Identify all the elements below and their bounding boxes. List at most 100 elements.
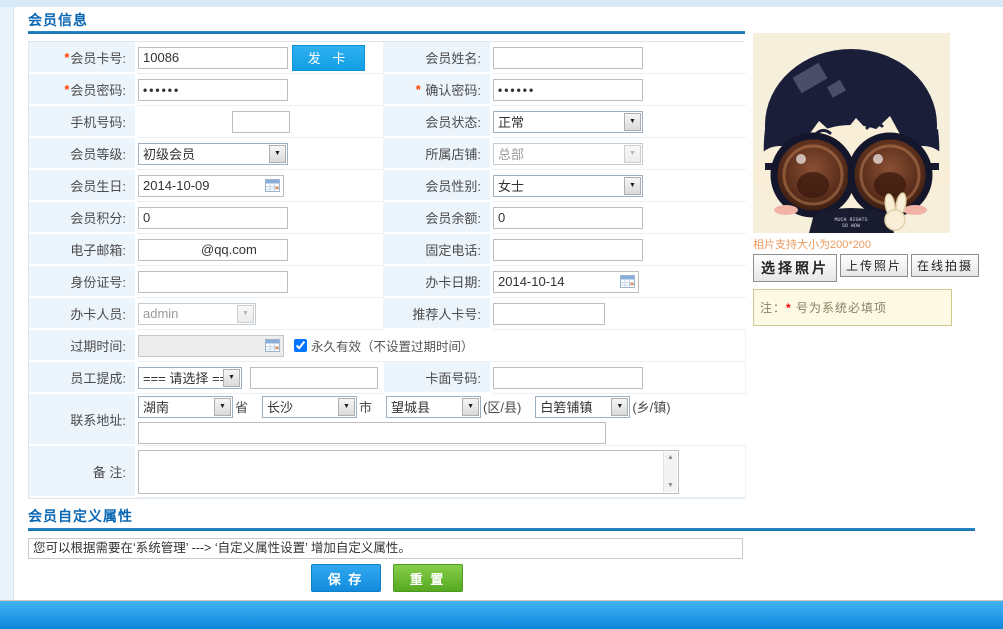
calendar-icon[interactable] (620, 275, 635, 288)
password-input[interactable] (138, 78, 288, 101)
member-name-input[interactable] (493, 46, 643, 69)
birthday-label: 会员生日: (29, 170, 137, 202)
points-label: 会员积分: (29, 202, 137, 234)
member-form-table: *会员卡号: 发 卡 会员姓名: *会员密码: * 确认密码: 手机号码: 会员… (28, 41, 746, 499)
issue-card-button[interactable]: 发 卡 (292, 44, 365, 71)
commission-select[interactable]: === 请选择 === ▼ (138, 366, 242, 389)
remark-scrollbar[interactable]: ▲ ▼ (663, 451, 677, 492)
city-select[interactable]: 长沙 ▼ (262, 395, 358, 418)
card-face-cell (492, 362, 746, 394)
required-mark: * (415, 81, 421, 97)
birthday-date-input[interactable]: 2014-10-09 (138, 174, 284, 197)
expiry-date-input-disabled (138, 334, 284, 357)
required-mark: * (64, 49, 70, 65)
commission-label: 员工提成: (29, 362, 137, 394)
balance-label: 会员余额: (384, 202, 492, 234)
chevron-down-icon[interactable]: ▼ (462, 397, 480, 416)
mobile-input[interactable] (232, 110, 290, 133)
status-select[interactable]: 正常 ▼ (493, 110, 643, 133)
mobile-label: 手机号码: (29, 106, 137, 138)
referrer-cell (492, 298, 746, 330)
card-no-input[interactable] (138, 46, 288, 69)
town-suffix: (乡/镇) (632, 400, 671, 415)
level-label: 会员等级: (29, 138, 137, 170)
email-label: 电子邮箱: (29, 234, 137, 266)
chevron-down-icon[interactable]: ▼ (223, 368, 240, 387)
scroll-down-icon[interactable]: ▼ (664, 480, 677, 492)
required-note-box: 注：* 号为系统必填项 (753, 289, 952, 326)
id-card-cell (137, 266, 384, 298)
balance-input[interactable] (493, 206, 643, 229)
member-name-label: 会员姓名: (384, 42, 492, 74)
gender-label: 会员性别: (384, 170, 492, 202)
address-detail-input[interactable] (138, 421, 606, 444)
shop-label: 所属店铺: (384, 138, 492, 170)
id-card-input[interactable] (138, 270, 288, 293)
save-button[interactable]: 保 存 (310, 564, 381, 592)
password-label: * 会员密码: (29, 74, 137, 106)
confirm-password-label: * 确认密码: (384, 74, 492, 106)
chevron-down-icon[interactable]: ▼ (624, 112, 641, 131)
choose-photo-button[interactable]: 选择照片 (753, 254, 837, 282)
town-select[interactable]: 白箬铺镇 ▼ (535, 395, 631, 418)
level-cell: 初级会员 ▼ (137, 138, 384, 170)
confirm-password-input[interactable] (493, 78, 643, 101)
district-select[interactable]: 望城县 ▼ (386, 395, 482, 418)
left-strip (0, 7, 14, 600)
chevron-down-icon[interactable]: ▼ (214, 397, 231, 416)
calendar-icon[interactable] (265, 179, 280, 192)
online-capture-button[interactable]: 在线拍摄 (911, 254, 980, 277)
photo-size-hint: 相片支持大小为200*200 (753, 239, 871, 251)
chevron-down-icon[interactable]: ▼ (338, 397, 356, 416)
member-info-page: 会员信息 *会员卡号: 发 卡 会员姓名: *会员密码: * 确认密码: 手机号… (0, 0, 1003, 629)
chevron-down-icon[interactable]: ▼ (269, 144, 286, 163)
commission-cell: === 请选择 === ▼ (137, 362, 384, 394)
card-face-input[interactable] (493, 366, 643, 389)
section-divider (28, 31, 745, 34)
card-date-input[interactable]: 2014-10-14 (493, 270, 639, 293)
city-suffix: 市 (359, 400, 373, 415)
district-suffix: (区/县) (483, 400, 522, 415)
card-no-label: * 会员卡号: (29, 42, 137, 74)
member-avatar: MUCH RIGHTS SO WOW (753, 33, 950, 233)
province-select[interactable]: 湖南 ▼ (138, 395, 233, 418)
scroll-up-icon[interactable]: ▲ (664, 452, 677, 464)
level-select[interactable]: 初级会员 ▼ (138, 142, 288, 165)
photo-buttons: 选择照片 上传照片 在线拍摄 (753, 254, 980, 282)
landline-input[interactable] (493, 238, 643, 261)
status-label: 会员状态: (384, 106, 492, 138)
referrer-input[interactable] (493, 302, 605, 325)
remark-cell: ▲ ▼ (137, 446, 746, 498)
note-text: 号为系统必填项 (791, 301, 888, 315)
id-card-label: 身份证号: (29, 266, 137, 298)
operator-select-disabled: admin ▼ (138, 302, 256, 325)
referrer-label: 推荐人卡号: (384, 298, 492, 330)
balance-cell (492, 202, 746, 234)
shop-select-disabled: 总部 ▼ (493, 142, 643, 165)
permanent-valid-checkbox[interactable] (294, 339, 307, 352)
gender-cell: 女士 ▼ (492, 170, 746, 202)
email-cell (137, 234, 384, 266)
email-input[interactable] (138, 238, 288, 261)
chevron-down-icon: ▼ (237, 304, 254, 323)
gender-select[interactable]: 女士 ▼ (493, 174, 643, 197)
points-input[interactable] (138, 206, 288, 229)
expiry-label: 过期时间: (29, 330, 137, 362)
mobile-cell (137, 106, 384, 138)
address-label: 联系地址: (29, 394, 137, 446)
top-strip (0, 0, 1003, 7)
chevron-down-icon[interactable]: ▼ (611, 397, 629, 416)
reset-button[interactable]: 重 置 (392, 564, 463, 592)
svg-text:SO WOW: SO WOW (842, 223, 860, 229)
card-no-cell: 发 卡 (137, 42, 384, 74)
chevron-down-icon: ▼ (624, 144, 641, 163)
chevron-down-icon[interactable]: ▼ (624, 176, 641, 195)
remark-label: 备 注: (29, 446, 137, 498)
operator-label: 办卡人员: (29, 298, 137, 330)
commission-input[interactable] (250, 366, 378, 389)
status-cell: 正常 ▼ (492, 106, 746, 138)
section-divider (28, 528, 975, 531)
upload-photo-button[interactable]: 上传照片 (840, 254, 909, 277)
card-date-cell: 2014-10-14 (492, 266, 746, 298)
remark-textarea[interactable]: ▲ ▼ (138, 449, 679, 494)
